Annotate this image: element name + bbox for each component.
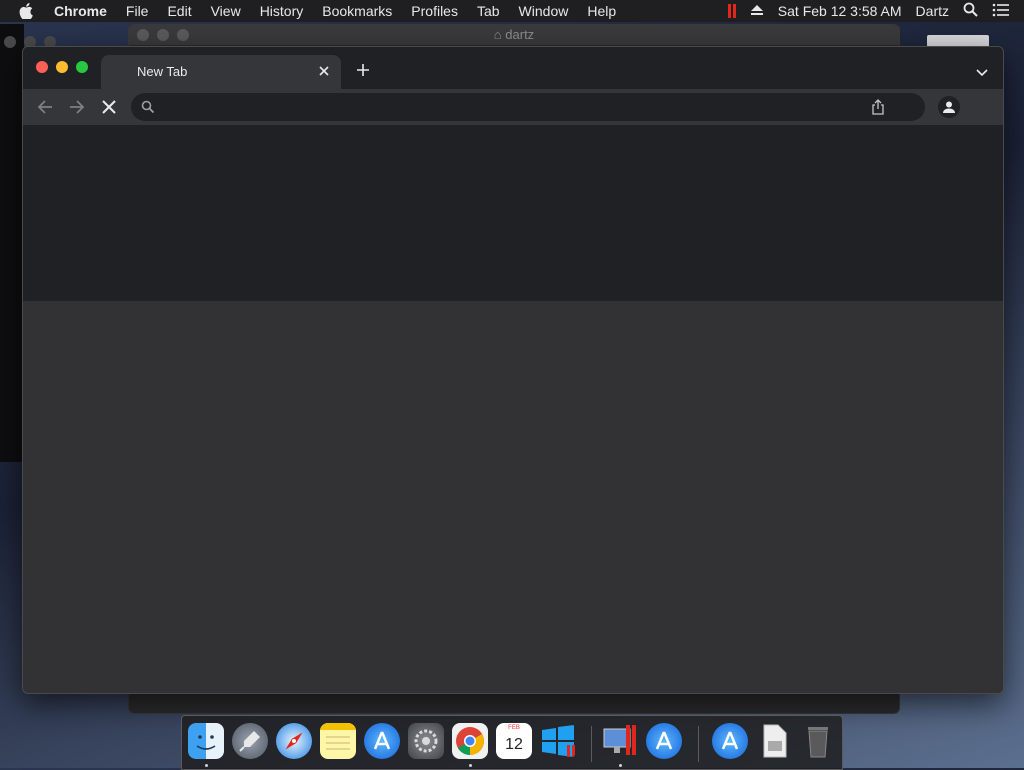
share-icon[interactable] [871,99,885,115]
chrome-window: New Tab [22,46,1004,694]
zoom-window-button[interactable] [76,61,88,73]
background-window-left [0,24,56,462]
system-preferences-icon[interactable] [408,723,444,759]
search-icon [141,100,155,114]
calendar-day: 12 [505,736,523,753]
eject-icon[interactable] [750,3,764,19]
close-window-button[interactable] [36,61,48,73]
menu-help[interactable]: Help [587,3,616,19]
menu-edit[interactable]: Edit [167,3,191,19]
menu-history[interactable]: History [260,3,304,19]
document-icon[interactable] [756,723,792,759]
profile-avatar-icon[interactable] [938,96,960,118]
tab-title: New Tab [137,64,188,79]
menu-view[interactable]: View [211,3,241,19]
menu-window[interactable]: Window [519,3,569,19]
chrome-icon[interactable] [452,723,488,759]
background-window-title: ⌂ dartz [493,27,535,42]
spotlight-search-icon[interactable] [963,2,978,20]
apple-menu-icon[interactable] [19,3,37,19]
parallels-icon[interactable] [602,723,638,759]
trash-icon[interactable] [800,723,836,759]
back-arrow-icon[interactable] [36,98,54,116]
menu-bookmarks[interactable]: Bookmarks [322,3,392,19]
tab-new-tab[interactable]: New Tab [101,55,341,89]
notification-center-icon[interactable] [992,3,1010,20]
calendar-icon[interactable]: FEB 12 [496,723,532,759]
safari-icon[interactable] [276,723,312,759]
address-bar[interactable] [131,93,925,121]
menu-tab[interactable]: Tab [477,3,500,19]
window-controls [36,61,88,73]
parallels-status-icon[interactable] [727,4,736,18]
tab-strip: New Tab [23,47,1003,89]
app-store-3-icon[interactable] [712,723,748,759]
menu-file[interactable]: File [126,3,149,19]
background-window-titlebar: ⌂ dartz [129,25,899,45]
address-input[interactable] [163,97,867,119]
new-tab-plus-icon[interactable] [355,62,371,78]
notes-icon[interactable] [320,723,356,759]
windows-icon[interactable] [540,723,576,759]
menu-bar: Chrome File Edit View History Bookmarks … [0,0,1024,22]
tab-close-icon[interactable] [317,64,331,78]
tab-search-chevron-down-icon[interactable] [975,65,989,77]
home-icon: ⌂ [493,27,502,42]
app-store-2-icon[interactable] [646,723,682,759]
page-content [23,301,1003,693]
menu-app-chrome[interactable]: Chrome [54,3,107,19]
menu-profiles[interactable]: Profiles [411,3,458,19]
app-store-icon[interactable] [364,723,400,759]
browser-toolbar [23,89,1003,125]
menu-clock[interactable]: Sat Feb 12 3:58 AM [778,3,902,19]
forward-arrow-icon[interactable] [68,98,86,116]
dock: FEB 12 [181,715,843,770]
menu-bar-status: Sat Feb 12 3:58 AM Dartz [727,0,1024,22]
page-content-top [23,125,1003,301]
minimize-window-button[interactable] [56,61,68,73]
stop-loading-close-icon[interactable] [100,98,118,116]
finder-icon[interactable] [188,723,224,759]
launchpad-icon[interactable] [232,723,268,759]
menu-user[interactable]: Dartz [916,3,949,19]
